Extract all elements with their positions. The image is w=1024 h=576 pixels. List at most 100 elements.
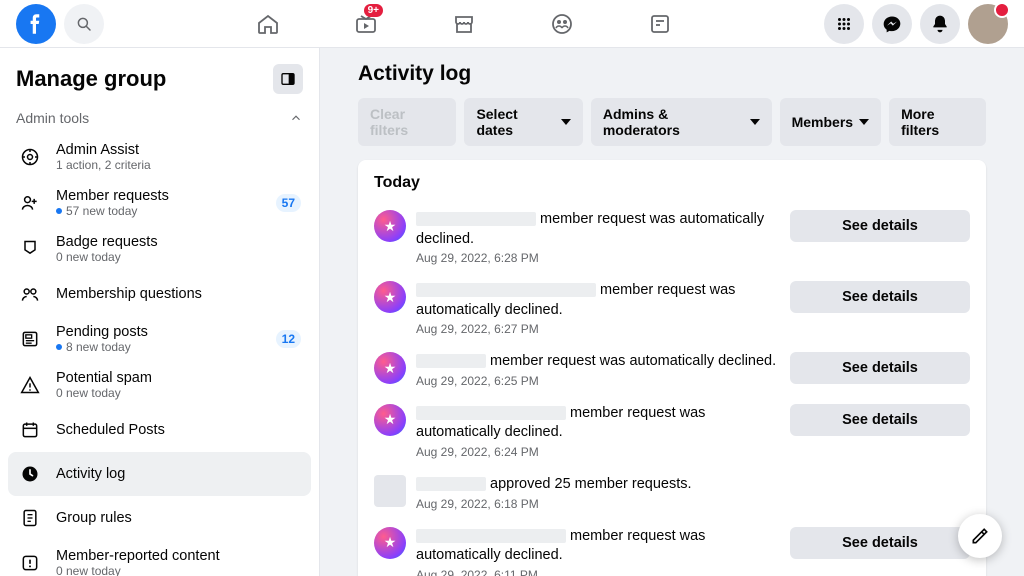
sidebar-item-member-requests[interactable]: Member requests57 new today 57 xyxy=(8,180,311,226)
messenger-icon xyxy=(882,14,902,34)
filter-label: Admins & moderators xyxy=(603,106,744,138)
reported-icon xyxy=(20,553,40,573)
sidebar-collapse-button[interactable] xyxy=(273,64,303,94)
admin-assist-avatar-icon xyxy=(374,527,406,559)
menu-button[interactable] xyxy=(824,4,864,44)
sidebar-section-admin-tools[interactable]: Admin tools xyxy=(8,102,311,134)
redacted-name xyxy=(416,283,596,297)
new-indicator-dot xyxy=(56,208,62,214)
see-details-button[interactable]: See details xyxy=(790,404,970,436)
topbar-left xyxy=(16,4,104,44)
top-navbar: 9+ xyxy=(0,0,1024,48)
sidebar-item-label: Member requests xyxy=(56,188,169,204)
sidebar-item-member-reported[interactable]: Member-reported content0 new today xyxy=(8,540,311,576)
activity-log-body: member request was automatically decline… xyxy=(416,527,780,576)
admin-assist-avatar-icon xyxy=(374,352,406,384)
questions-icon xyxy=(20,284,40,304)
sidebar-item-badge-requests[interactable]: Badge requests0 new today xyxy=(8,226,311,272)
activity-log-body: member request was automatically decline… xyxy=(416,352,780,388)
sidebar-item-label: Activity log xyxy=(56,466,125,482)
main-content: Activity log Clear filters Select dates … xyxy=(320,48,1024,576)
sidebar-item-activity-log[interactable]: Activity log xyxy=(8,452,311,496)
activity-log-text: member request was automatically decline… xyxy=(416,404,780,443)
user-avatar xyxy=(374,475,406,507)
search-icon xyxy=(75,15,93,33)
activity-log-timestamp: Aug 29, 2022, 6:11 PM xyxy=(416,568,780,576)
filter-more[interactable]: More filters xyxy=(889,98,986,146)
activity-log-body: member request was automatically decline… xyxy=(416,210,780,265)
nav-news[interactable] xyxy=(615,0,705,48)
activity-log-text: member request was automatically decline… xyxy=(416,281,780,320)
sidebar-item-label: Potential spam xyxy=(56,370,152,386)
panel-icon xyxy=(280,71,296,87)
nav-watch[interactable]: 9+ xyxy=(321,0,411,48)
warning-icon xyxy=(20,375,40,395)
nav-marketplace[interactable] xyxy=(419,0,509,48)
sidebar-item-potential-spam[interactable]: Potential spam0 new today xyxy=(8,362,311,408)
redacted-name xyxy=(416,354,486,368)
caret-down-icon xyxy=(750,119,760,125)
sidebar: Manage group Admin tools Admin Assist1 a… xyxy=(0,48,320,576)
groups-icon xyxy=(550,12,574,36)
page-title: Activity log xyxy=(358,62,986,86)
filter-admins-moderators[interactable]: Admins & moderators xyxy=(591,98,772,146)
bell-icon xyxy=(930,14,950,34)
activity-log-timestamp: Aug 29, 2022, 6:18 PM xyxy=(416,497,970,511)
admin-assist-avatar-icon xyxy=(374,404,406,436)
activity-log-text: approved 25 member requests. xyxy=(416,475,970,495)
sidebar-item-membership-questions[interactable]: Membership questions xyxy=(8,272,311,316)
sidebar-item-subtitle: 0 new today xyxy=(56,250,158,264)
topbar-center-tabs: 9+ xyxy=(223,0,705,48)
sidebar-item-label: Admin Assist xyxy=(56,142,151,158)
sidebar-item-label: Member-reported content xyxy=(56,548,220,564)
search-button[interactable] xyxy=(64,4,104,44)
calendar-icon xyxy=(20,420,40,440)
badge-icon xyxy=(20,239,40,259)
nav-groups[interactable] xyxy=(517,0,607,48)
sidebar-item-pending-posts[interactable]: Pending posts8 new today 12 xyxy=(8,316,311,362)
account-avatar[interactable] xyxy=(968,4,1008,44)
member-requests-icon xyxy=(20,193,40,213)
sidebar-item-badge: 12 xyxy=(276,330,301,348)
activity-log-timestamp: Aug 29, 2022, 6:25 PM xyxy=(416,374,780,388)
see-details-button[interactable]: See details xyxy=(790,210,970,242)
sidebar-section-label: Admin tools xyxy=(16,110,89,126)
filter-select-dates[interactable]: Select dates xyxy=(464,98,582,146)
activity-log-timestamp: Aug 29, 2022, 6:28 PM xyxy=(416,251,780,265)
sidebar-item-group-rules[interactable]: Group rules xyxy=(8,496,311,540)
clock-icon xyxy=(20,464,40,484)
sidebar-item-subtitle: 0 new today xyxy=(56,564,220,576)
compose-fab[interactable] xyxy=(958,514,1002,558)
redacted-name xyxy=(416,212,536,226)
filter-bar: Clear filters Select dates Admins & mode… xyxy=(358,98,986,146)
facebook-logo[interactable] xyxy=(16,4,56,44)
redacted-name xyxy=(416,406,566,420)
notifications-button[interactable] xyxy=(920,4,960,44)
activity-section-heading: Today xyxy=(374,174,970,192)
edit-icon xyxy=(970,526,990,546)
see-details-button[interactable]: See details xyxy=(790,281,970,313)
pending-posts-icon xyxy=(20,329,40,349)
topbar-right xyxy=(824,4,1008,44)
facebook-icon xyxy=(23,11,49,37)
sidebar-item-subtitle: 0 new today xyxy=(56,386,152,400)
redacted-name xyxy=(416,477,486,491)
messenger-button[interactable] xyxy=(872,4,912,44)
news-icon xyxy=(648,12,672,36)
filter-members[interactable]: Members xyxy=(780,98,881,146)
activity-log-body: member request was automatically decline… xyxy=(416,404,780,459)
filter-clear: Clear filters xyxy=(358,98,456,146)
admin-assist-avatar-icon xyxy=(374,281,406,313)
activity-log-timestamp: Aug 29, 2022, 6:24 PM xyxy=(416,445,780,459)
caret-down-icon xyxy=(859,119,869,125)
nav-home[interactable] xyxy=(223,0,313,48)
see-details-button[interactable]: See details xyxy=(790,527,970,559)
activity-log-row: member request was automatically decline… xyxy=(374,273,970,344)
activity-log-timestamp: Aug 29, 2022, 6:27 PM xyxy=(416,322,780,336)
activity-log-text: member request was automatically decline… xyxy=(416,210,780,249)
see-details-button[interactable]: See details xyxy=(790,352,970,384)
activity-log-body: approved 25 member requests. Aug 29, 2022… xyxy=(416,475,970,511)
sidebar-item-admin-assist[interactable]: Admin Assist1 action, 2 criteria xyxy=(8,134,311,180)
activity-log-text: member request was automatically decline… xyxy=(416,352,780,372)
sidebar-item-scheduled-posts[interactable]: Scheduled Posts xyxy=(8,408,311,452)
